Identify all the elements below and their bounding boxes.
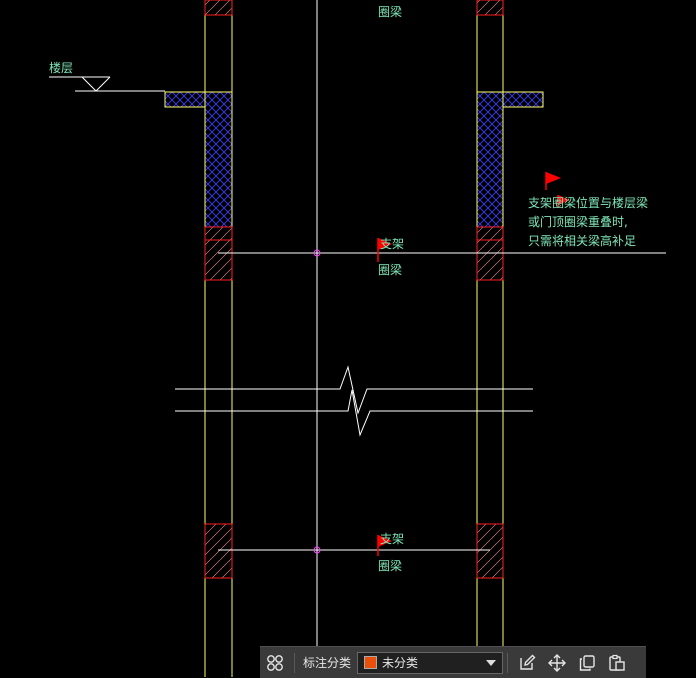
chevron-down-icon (486, 659, 497, 666)
ringbeam-label: 圈梁 (378, 558, 402, 573)
cad-drawing-canvas[interactable]: 楼层 圈梁 支架 圈梁 支架 圈梁 支架圈梁位置与楼层梁 或门顶圈梁重叠时, 只… (0, 0, 696, 677)
support-label: 支架 (380, 532, 404, 546)
edit-button[interactable] (512, 649, 542, 677)
paste-icon (609, 654, 625, 671)
ringbeam-top-label: 圈梁 (378, 4, 402, 19)
note-line-3: 只需将相关梁高补足 (528, 233, 636, 248)
paste-button[interactable] (602, 649, 632, 677)
category-label: 标注分类 (303, 656, 352, 670)
floor-level-mark (49, 76, 165, 92)
lower-right-ringbeam (476, 523, 504, 579)
grid-icon (267, 654, 283, 671)
annotation-toolbar: 标注分类 未分类 (260, 646, 646, 678)
grid-view-button[interactable] (260, 649, 290, 677)
category-color-swatch (364, 656, 378, 669)
toolbar-divider (294, 652, 295, 673)
move-icon (548, 653, 567, 672)
category-select[interactable]: 未分类 (357, 651, 504, 674)
support-label: 支架 (380, 237, 404, 251)
top-left-beam (204, 0, 233, 16)
move-button[interactable] (542, 649, 572, 677)
note-line-1: 支架圈梁位置与楼层梁 (528, 195, 648, 210)
ringbeam-label: 圈梁 (378, 262, 402, 277)
note-line-2: 或门顶圈梁重叠时, (528, 214, 628, 229)
flag-icon[interactable] (545, 172, 561, 190)
top-right-beam (476, 0, 504, 16)
floor-label: 楼层 (49, 60, 73, 75)
break-line (175, 365, 533, 437)
category-value: 未分类 (382, 656, 419, 670)
left-floor-slab (164, 91, 233, 228)
copy-icon (579, 654, 595, 671)
copy-button[interactable] (572, 649, 602, 677)
edit-icon (520, 654, 536, 670)
toolbar-divider (507, 652, 509, 673)
lower-left-ringbeam (204, 523, 233, 579)
